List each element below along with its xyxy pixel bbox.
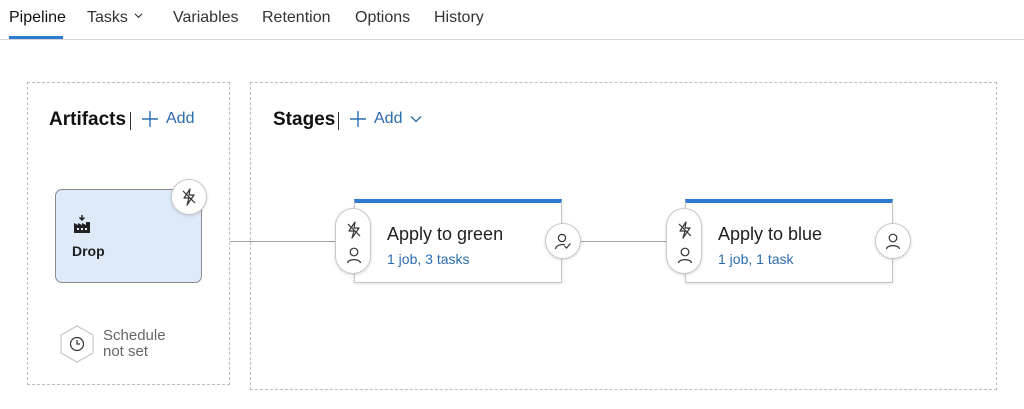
stage-post-deployment-approval-button[interactable] (545, 223, 581, 259)
tab-history[interactable]: History (434, 8, 484, 28)
chevron-down-icon (411, 116, 422, 123)
tab-retention[interactable]: Retention (262, 8, 331, 28)
active-tab-indicator (9, 36, 63, 39)
add-stage-label: Add (374, 110, 403, 127)
stage-pre-deployment-conditions (666, 208, 702, 274)
add-artifact-label: Add (166, 110, 195, 127)
plus-icon (350, 111, 366, 127)
tab-tasks[interactable]: Tasks (87, 8, 143, 28)
tab-pipeline[interactable]: Pipeline (9, 8, 66, 28)
schedule-line-2: not set (103, 343, 149, 360)
add-stage-button[interactable]: Add (349, 108, 422, 130)
clock-icon[interactable] (58, 324, 96, 364)
artifacts-title-separator (130, 112, 131, 130)
artifacts-title: Artifacts (49, 109, 127, 130)
tab-variables[interactable]: Variables (173, 8, 239, 28)
plus-icon (142, 111, 158, 127)
artifact-trigger-button[interactable] (171, 179, 207, 215)
tab-bar: Pipeline Tasks Variables Retention Optio… (0, 0, 1024, 40)
lightning-trigger-icon[interactable] (345, 221, 363, 239)
person-check-icon (554, 233, 571, 250)
stage-summary-link[interactable]: 1 job, 3 tasks (387, 250, 470, 268)
person-icon[interactable] (676, 246, 694, 264)
tab-options[interactable]: Options (355, 8, 410, 28)
stage-name: Apply to blue (718, 224, 823, 244)
lightning-trigger-icon (182, 188, 196, 206)
person-icon[interactable] (345, 246, 363, 264)
stage-card-apply-to-green[interactable]: Apply to green 1 job, 3 tasks (354, 199, 562, 283)
person-icon (885, 233, 901, 250)
build-artifact-icon (74, 215, 90, 233)
artifact-name: Drop (72, 243, 105, 259)
stage-summary-link[interactable]: 1 job, 1 task (718, 250, 794, 268)
stage-post-deployment-approval-button[interactable] (875, 223, 911, 259)
stage-pre-deployment-conditions (335, 208, 371, 274)
stage-card-apply-to-blue[interactable]: Apply to blue 1 job, 1 task (685, 199, 893, 283)
stages-title: Stages (273, 109, 336, 130)
chevron-down-icon (134, 13, 143, 19)
schedule-status[interactable]: Schedule not set (103, 328, 166, 360)
stages-title-separator (338, 112, 339, 130)
add-artifact-button[interactable]: Add (141, 108, 194, 130)
stage-name: Apply to green (387, 224, 504, 244)
lightning-trigger-icon[interactable] (676, 221, 694, 239)
schedule-line-1: Schedule (103, 327, 166, 344)
tab-tasks-label: Tasks (87, 9, 128, 26)
